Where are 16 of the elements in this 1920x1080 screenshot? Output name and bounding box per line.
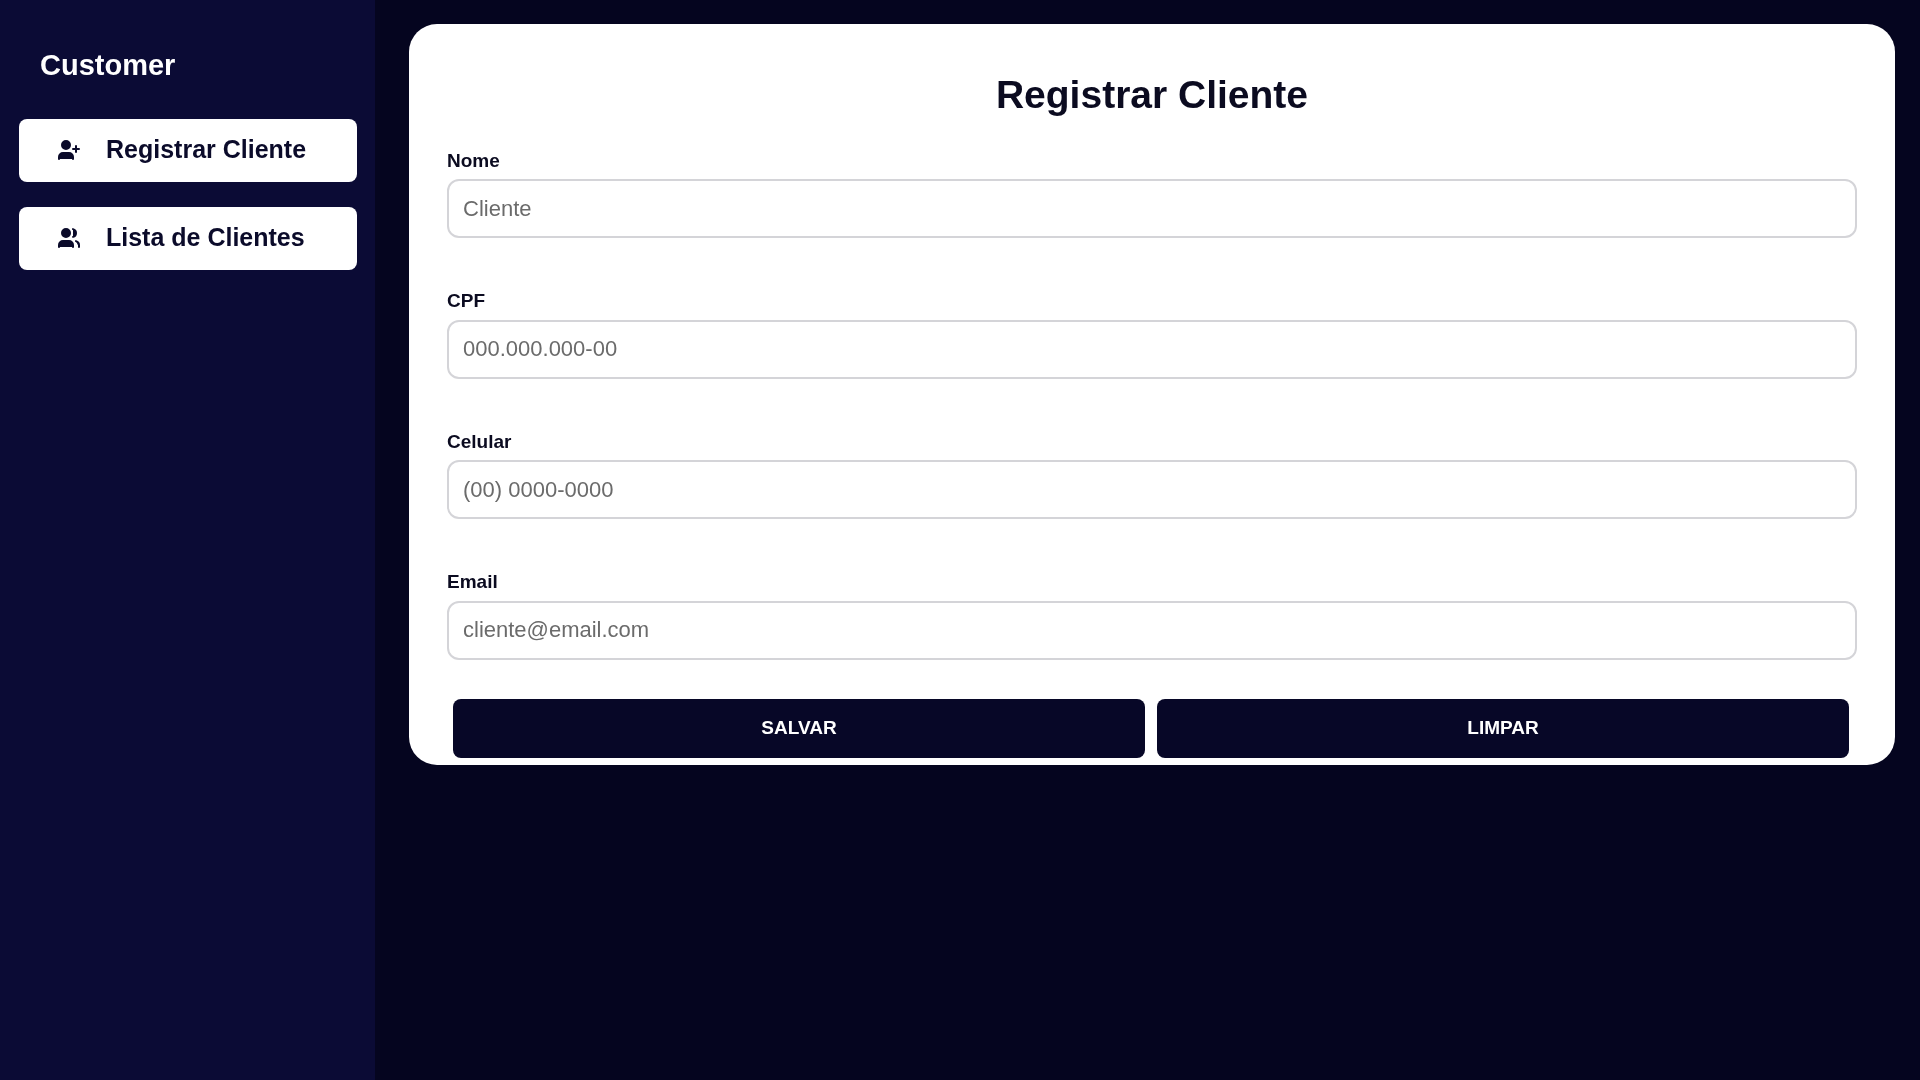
input-field[interactable]: (00) 0000-0000	[447, 460, 1857, 519]
sidebar-button[interactable]: Registrar Cliente	[19, 118, 357, 182]
action-button[interactable]: LIMPAR	[1157, 698, 1849, 758]
input-field[interactable]: cliente@email.com	[447, 600, 1857, 660]
user-add-icon	[57, 138, 81, 162]
input-field[interactable]: 000.000.000-00	[447, 319, 1857, 379]
field-label: CPF	[447, 289, 486, 313]
field-label: Email	[447, 570, 499, 594]
form-title: Registrar Cliente	[994, 72, 1310, 118]
sidebar-button[interactable]: Lista de Clientes	[19, 206, 357, 270]
field-label: Nome	[447, 148, 501, 173]
action-button[interactable]: SALVAR	[453, 698, 1145, 758]
field-label: Celular	[447, 429, 513, 454]
input-field[interactable]: Cliente	[447, 179, 1857, 238]
sidebar-title: Customer	[39, 48, 177, 83]
users-icon	[57, 226, 81, 250]
